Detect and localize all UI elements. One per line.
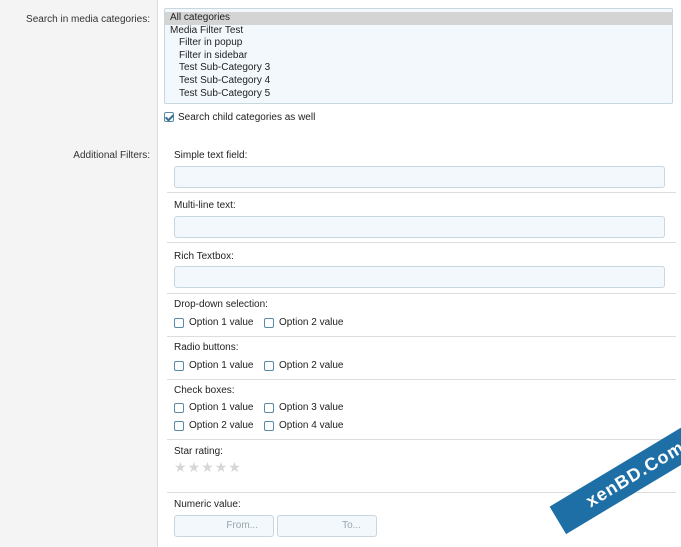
filter-title: Drop-down selection: <box>174 299 268 310</box>
radio-option-1[interactable]: Option 1 value <box>174 360 254 371</box>
option-label: Option 1 value <box>189 317 254 328</box>
filter-title: Radio buttons: <box>174 342 239 353</box>
numeric-from-input[interactable]: From... <box>174 515 274 537</box>
filter-simple-text: Simple text field: <box>167 143 676 193</box>
option-label: Option 1 value <box>189 402 254 413</box>
star-icon[interactable]: ★ <box>228 460 241 474</box>
category-option[interactable]: Test Sub-Category 5 <box>165 88 672 101</box>
numeric-to-input[interactable]: To... <box>277 515 377 537</box>
filter-title: Simple text field: <box>174 150 248 161</box>
child-categories-checkbox[interactable] <box>164 112 174 122</box>
option-label: Option 3 value <box>279 402 344 413</box>
child-categories-option[interactable]: Search child categories as well <box>164 110 315 124</box>
option-label: Option 2 value <box>279 317 344 328</box>
filter-multi-line: Multi-line text: <box>167 193 676 243</box>
category-option[interactable]: Media Filter Test <box>165 25 672 38</box>
checkbox-option-2[interactable]: Option 2 value <box>174 420 254 431</box>
option-label: Option 1 value <box>189 360 254 371</box>
column-divider <box>157 0 158 547</box>
checkbox-option-1[interactable]: Option 1 value <box>174 402 254 413</box>
filter-title: Numeric value: <box>174 499 241 510</box>
star-icon[interactable]: ★ <box>188 460 201 474</box>
additional-filters-label: Additional Filters: <box>73 150 150 161</box>
category-select[interactable]: All categories Media Filter Test Filter … <box>164 8 673 104</box>
star-icon[interactable]: ★ <box>174 460 187 474</box>
option-checkbox[interactable] <box>264 360 274 371</box>
simple-text-input[interactable] <box>174 166 665 188</box>
radio-option-2[interactable]: Option 2 value <box>264 360 344 371</box>
option-checkbox[interactable] <box>174 402 184 413</box>
filter-rich-textbox: Rich Textbox: <box>167 243 676 294</box>
dropdown-option-2[interactable]: Option 2 value <box>264 317 344 328</box>
option-checkbox[interactable] <box>264 317 274 328</box>
category-option[interactable]: All categories <box>165 12 672 25</box>
option-checkbox[interactable] <box>174 317 184 328</box>
filter-title: Check boxes: <box>174 385 235 396</box>
child-categories-label: Search child categories as well <box>178 111 316 123</box>
category-option[interactable]: Filter in sidebar <box>165 50 672 63</box>
rich-textbox-input[interactable] <box>174 266 665 288</box>
filter-title: Rich Textbox: <box>174 251 234 262</box>
filter-title: Star rating: <box>174 446 223 457</box>
option-label: Option 2 value <box>189 420 254 431</box>
category-option[interactable]: Filter in popup <box>165 37 672 50</box>
category-option[interactable]: Test Sub-Category 3 <box>165 62 672 75</box>
filter-title: Multi-line text: <box>174 200 236 211</box>
filter-dropdown: Drop-down selection: Option 1 value Opti… <box>167 294 676 337</box>
category-option[interactable]: Test Sub-Category 4 <box>165 75 672 88</box>
filter-radio: Radio buttons: Option 1 value Option 2 v… <box>167 337 676 380</box>
option-label: Option 2 value <box>279 360 344 371</box>
option-checkbox[interactable] <box>264 420 274 431</box>
multi-line-input[interactable] <box>174 216 665 238</box>
star-icon[interactable]: ★ <box>201 460 214 474</box>
star-icon[interactable]: ★ <box>215 460 228 474</box>
search-categories-label: Search in media categories: <box>26 14 150 25</box>
dropdown-option-1[interactable]: Option 1 value <box>174 317 254 328</box>
option-checkbox[interactable] <box>174 360 184 371</box>
checkbox-option-3[interactable]: Option 3 value <box>264 402 344 413</box>
label-column <box>0 0 157 547</box>
star-rating-control[interactable]: ★ ★ ★ ★ ★ <box>174 460 241 474</box>
option-checkbox[interactable] <box>174 420 184 431</box>
filter-checkboxes: Check boxes: Option 1 value Option 3 val… <box>167 380 676 440</box>
checkbox-option-4[interactable]: Option 4 value <box>264 420 344 431</box>
option-checkbox[interactable] <box>264 402 274 413</box>
option-label: Option 4 value <box>279 420 344 431</box>
